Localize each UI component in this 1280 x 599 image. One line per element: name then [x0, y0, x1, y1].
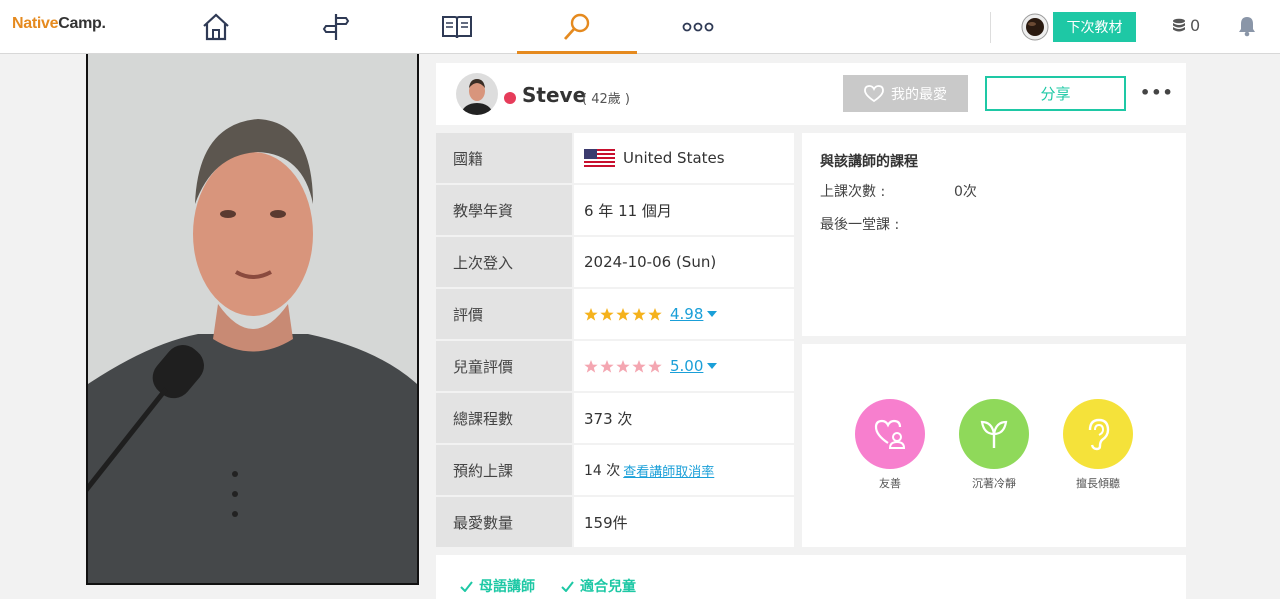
teacher-info-table: 國籍 United States 教學年資 6 年 11 個月 上次登入 202… [436, 133, 794, 547]
personality-traits-card: 友善 沉著冷靜 擅長傾聽 [802, 344, 1186, 547]
coin-balance[interactable]: 0 [1172, 16, 1200, 35]
nav-home[interactable] [156, 0, 276, 54]
info-row-reservations: 預約上課 14 次 查看講師取消率 [436, 445, 794, 495]
rating-score-link[interactable]: 4.98 [670, 305, 703, 323]
star-icon [600, 307, 614, 321]
star-icon [584, 359, 598, 373]
book-icon [442, 16, 472, 39]
info-row-nationality: 國籍 United States [436, 133, 794, 183]
star-icon [648, 359, 662, 373]
bell-icon[interactable] [1237, 15, 1257, 37]
info-value: 2024-10-06 (Sun) [574, 237, 794, 287]
star-icon [632, 307, 646, 321]
rating-dropdown-icon[interactable] [707, 311, 718, 317]
favorite-button[interactable]: 我的最愛 [843, 75, 968, 112]
more-options-icon[interactable]: ••• [1140, 83, 1174, 102]
cancellation-rate-link[interactable]: 查看講師取消率 [623, 461, 714, 480]
rating-stars [584, 307, 662, 321]
logo[interactable]: NativeCamp. [12, 15, 106, 33]
lessons-count-value: 0次 [954, 184, 977, 200]
heart-person-icon [874, 419, 906, 449]
info-row-rating: 評價 4.98 [436, 289, 794, 339]
teacher-name: Steve [522, 83, 587, 107]
info-label: 兒童評價 [436, 341, 572, 391]
trait-label: 擅長傾聽 [1076, 477, 1120, 490]
home-icon [203, 13, 229, 41]
info-row-favorites: 最愛數量 159件 [436, 497, 794, 547]
trait-circle [959, 399, 1029, 469]
next-material-button[interactable]: 下次教材 [1053, 12, 1136, 42]
info-row-experience: 教學年資 6 年 11 個月 [436, 185, 794, 235]
kids-rating-dropdown-icon[interactable] [707, 363, 718, 369]
star-icon [632, 359, 646, 373]
us-flag-icon [584, 149, 615, 167]
info-label: 評價 [436, 289, 572, 339]
favorite-label: 我的最愛 [891, 86, 947, 103]
info-label: 教學年資 [436, 185, 572, 235]
info-row-kids-rating: 兒童評價 5.00 [436, 341, 794, 391]
heart-icon [864, 84, 884, 102]
course-history-title: 與該講師的課程 [820, 154, 918, 170]
trait-friendly: 友善 [850, 399, 930, 491]
coffee-icon[interactable] [1021, 13, 1049, 41]
teacher-video-frame [88, 54, 417, 583]
trait-label: 友善 [879, 477, 901, 490]
kids-rating-stars [584, 359, 662, 373]
ear-icon [1088, 418, 1110, 451]
info-label: 國籍 [436, 133, 572, 183]
info-value: 6 年 11 個月 [574, 185, 794, 235]
info-label: 總課程數 [436, 393, 572, 443]
star-icon [616, 307, 630, 321]
last-lesson-label: 最後一堂課 : [820, 217, 900, 233]
info-label: 最愛數量 [436, 497, 572, 547]
nav-signpost[interactable] [276, 0, 396, 54]
nav-search[interactable] [517, 0, 637, 54]
info-value: 159件 [574, 497, 794, 547]
check-icon [561, 580, 574, 592]
star-icon [616, 359, 630, 373]
info-label: 預約上課 [436, 445, 572, 495]
top-nav: NativeCamp. 下次教材 0 [0, 0, 1280, 54]
avatar[interactable] [456, 73, 498, 115]
share-button[interactable]: 分享 [985, 76, 1126, 111]
teacher-age: ( 42歲 ) [582, 92, 630, 107]
tag-native-teacher: 母語講師 [460, 576, 535, 596]
coin-count: 0 [1190, 16, 1201, 35]
info-value: United States [574, 133, 794, 183]
info-row-total-lessons: 總課程數 373 次 [436, 393, 794, 443]
info-value: 4.98 [574, 289, 794, 339]
trait-listener: 擅長傾聽 [1058, 399, 1138, 491]
trait-circle [855, 399, 925, 469]
nav-divider [990, 12, 991, 43]
signpost-icon [322, 14, 350, 40]
online-status-dot [504, 92, 516, 104]
trait-calm: 沉著冷靜 [954, 399, 1034, 491]
sprout-icon [980, 420, 1008, 448]
nav-book[interactable] [397, 0, 517, 54]
star-icon [584, 307, 598, 321]
lessons-count-label: 上課次數 : [820, 184, 886, 200]
search-icon [563, 13, 590, 40]
info-row-last-login: 上次登入 2024-10-06 (Sun) [436, 237, 794, 287]
teacher-video[interactable] [86, 54, 419, 585]
teacher-tags: 母語講師 適合兒童 [436, 555, 1186, 599]
info-value: 14 次 查看講師取消率 [574, 445, 794, 495]
coins-icon [1173, 18, 1185, 31]
star-icon [648, 307, 662, 321]
tag-kids-friendly: 適合兒童 [561, 576, 636, 596]
info-value: 373 次 [574, 393, 794, 443]
more-dots-icon [682, 22, 714, 32]
star-icon [600, 359, 614, 373]
nav-more[interactable] [638, 0, 758, 54]
kids-rating-score-link[interactable]: 5.00 [670, 357, 703, 375]
trait-label: 沉著冷靜 [972, 477, 1016, 490]
avatar-image [456, 73, 498, 115]
course-history-card: 與該講師的課程 上課次數 : 0次 最後一堂課 : [802, 133, 1186, 336]
info-label: 上次登入 [436, 237, 572, 287]
check-icon [460, 580, 473, 592]
info-value: 5.00 [574, 341, 794, 391]
teacher-header: Steve ( 42歲 ) 我的最愛 分享 ••• [436, 63, 1186, 125]
trait-circle [1063, 399, 1133, 469]
